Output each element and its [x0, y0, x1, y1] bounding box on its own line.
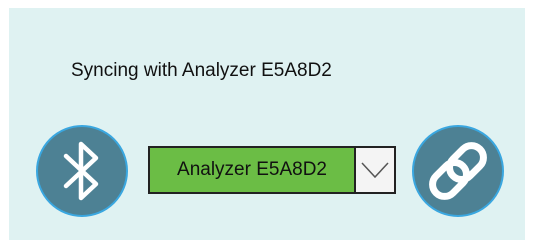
sync-panel: Syncing with Analyzer E5A8D2 Analyzer E5… — [9, 8, 525, 240]
device-dropdown-value: Analyzer E5A8D2 — [150, 148, 356, 192]
chevron-down-icon — [361, 162, 389, 179]
link-icon — [429, 142, 487, 200]
bluetooth-icon — [63, 141, 99, 201]
sync-status-text: Syncing with Analyzer E5A8D2 — [71, 60, 332, 81]
bluetooth-button[interactable] — [36, 125, 128, 217]
device-dropdown[interactable]: Analyzer E5A8D2 — [148, 146, 396, 194]
link-button[interactable] — [412, 125, 504, 217]
device-dropdown-toggle[interactable] — [356, 148, 394, 192]
